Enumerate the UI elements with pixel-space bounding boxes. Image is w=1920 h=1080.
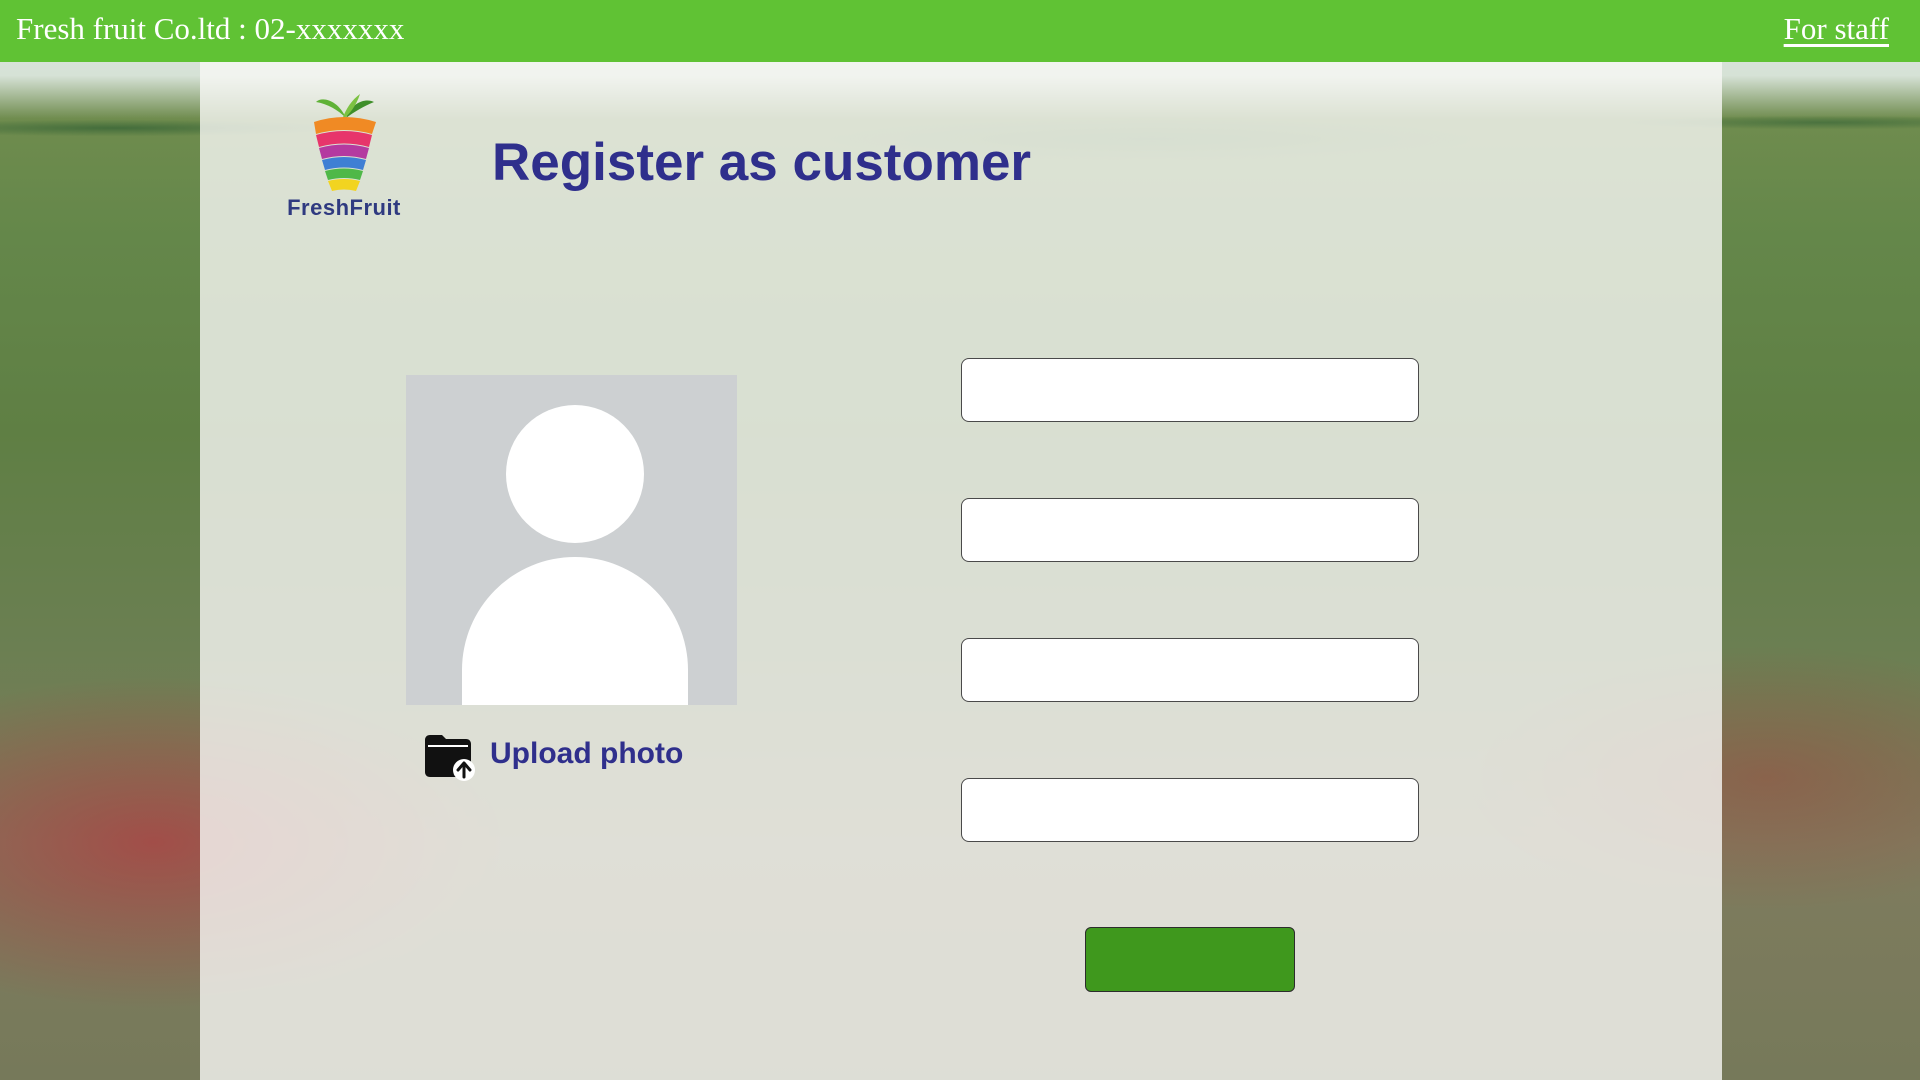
submit-button[interactable] bbox=[1085, 927, 1295, 992]
for-staff-link[interactable]: For staff bbox=[1784, 9, 1889, 49]
logo-wordmark: FreshFruit bbox=[287, 195, 401, 220]
registration-field-4[interactable] bbox=[961, 778, 1419, 842]
company-info: Fresh fruit Co.ltd : 02-xxxxxxx bbox=[16, 11, 405, 46]
registration-field-1[interactable] bbox=[961, 358, 1419, 422]
fruit-basket-logo-icon bbox=[314, 94, 376, 191]
user-placeholder-body bbox=[462, 557, 688, 705]
profile-photo-placeholder bbox=[406, 375, 737, 705]
upload-photo-button[interactable]: Upload photo bbox=[420, 726, 683, 782]
user-placeholder-icon bbox=[506, 405, 644, 543]
registration-field-2[interactable] bbox=[961, 498, 1419, 562]
registration-field-3[interactable] bbox=[961, 638, 1419, 702]
folder-upload-icon bbox=[425, 735, 475, 781]
upload-photo-label: Upload photo bbox=[490, 737, 684, 770]
page-title: Register as customer bbox=[492, 133, 1032, 192]
top-bar: Fresh fruit Co.ltd : 02-xxxxxxx For staf… bbox=[0, 0, 1920, 62]
freshfruit-logo: FreshFruit bbox=[280, 90, 408, 222]
